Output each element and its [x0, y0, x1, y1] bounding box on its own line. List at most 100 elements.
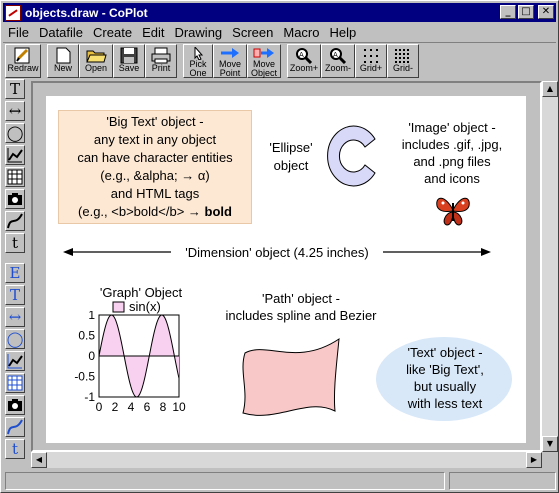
zoom-in-label: Zoom+: [289, 63, 319, 73]
x-tick-label: 4: [128, 400, 135, 414]
horizontal-scrollbar[interactable]: ◀ ▶: [31, 452, 542, 468]
redraw-icon: [12, 47, 34, 64]
y-tick-label: -1: [84, 390, 95, 404]
menu-screen[interactable]: Screen: [227, 25, 278, 40]
chart-tool-icon: [7, 169, 23, 185]
ellipse-label-line-2: object: [273, 158, 309, 173]
move-object-button[interactable]: Move Object: [247, 44, 281, 78]
create-chart-tool[interactable]: [5, 167, 25, 187]
move-object-icon: [253, 47, 275, 60]
maximize-button[interactable]: □: [518, 5, 534, 19]
redraw-button[interactable]: Redraw: [5, 44, 41, 78]
ellipse-object[interactable]: [323, 123, 383, 189]
edit-text-tool[interactable]: T: [5, 285, 25, 305]
save-button[interactable]: Save: [113, 44, 145, 78]
vertical-scrollbar[interactable]: ▲ ▼: [542, 81, 558, 452]
move-object-label-2: Object: [250, 68, 277, 78]
edit-path-tool-icon: [7, 419, 23, 435]
move-point-icon: [219, 47, 241, 60]
coplot-app-icon[interactable]: [5, 4, 21, 21]
image-label-line-3: and .png files: [413, 154, 491, 169]
small-text-tool-icon: t: [11, 234, 19, 252]
create-ellipse-tool[interactable]: ◯: [5, 123, 25, 143]
edit-graph-tool-icon: [7, 354, 23, 369]
create-image-tool[interactable]: [5, 189, 25, 209]
menu-help[interactable]: Help: [324, 25, 361, 40]
title-bar[interactable]: objects.draw - CoPlot _ □ ✕: [3, 3, 556, 22]
object-toolbox: T ↔ ◯ t E T ↔ ◯ t: [5, 79, 27, 459]
big-text-line-1: 'Big Text' object -: [106, 114, 204, 129]
menu-create[interactable]: Create: [88, 25, 137, 40]
menu-edit[interactable]: Edit: [137, 25, 169, 40]
minimize-button[interactable]: _: [500, 5, 516, 19]
menu-drawing[interactable]: Drawing: [169, 25, 227, 40]
create-dimension-tool[interactable]: ↔: [5, 101, 25, 121]
ellipse-label-line-1: 'Ellipse': [269, 140, 313, 155]
window-title: objects.draw - CoPlot: [25, 5, 148, 20]
pointer-arrow-icon: [187, 45, 209, 61]
big-text-line-6: (e.g., <b>bold</b> → bold: [58, 204, 252, 220]
path-label-line-1: 'Path' object -: [262, 291, 340, 306]
pick-one-button[interactable]: Pick One: [183, 44, 213, 78]
new-button[interactable]: New: [47, 44, 79, 78]
scroll-up-arrow[interactable]: ▲: [542, 81, 558, 97]
edit-text-tool-icon: E: [9, 264, 21, 282]
x-tick-label: 2: [112, 400, 119, 414]
edit-graph-tool[interactable]: [5, 351, 25, 371]
svg-text:A: A: [333, 51, 338, 59]
edit-dimension-tool[interactable]: ↔: [5, 307, 25, 327]
edit-chart-tool[interactable]: [5, 373, 25, 393]
status-cell-secondary: [449, 472, 556, 490]
butterfly-image[interactable]: [435, 194, 471, 228]
scroll-left-arrow[interactable]: ◀: [31, 452, 47, 468]
menu-datafile[interactable]: Datafile: [34, 25, 88, 40]
print-button[interactable]: Print: [145, 44, 177, 78]
create-small-text-tool[interactable]: t: [5, 233, 25, 253]
big-text-bold-word: bold: [204, 204, 232, 219]
menu-file[interactable]: File: [3, 25, 34, 40]
text-label-line-2: like 'Big Text',: [406, 362, 484, 377]
big-text-line-4: (e.g., &alpha; → α): [100, 168, 210, 183]
redraw-label: Redraw: [7, 63, 39, 73]
big-text-line-6-text: (e.g., <b>bold</b> →: [78, 204, 205, 219]
printer-icon: [150, 47, 172, 64]
grid-minus-button[interactable]: Grid-: [387, 44, 419, 78]
move-point-button[interactable]: Move Point: [213, 44, 247, 78]
status-bar: [5, 472, 556, 490]
text-tool-icon: T: [9, 80, 20, 98]
edit-small-text-tool-icon: t: [11, 440, 19, 458]
edit-small-text-tool[interactable]: t: [5, 439, 25, 459]
scroll-down-arrow[interactable]: ▼: [542, 436, 558, 452]
zoom-out-label: Zoom-: [324, 63, 351, 73]
edit-camera-icon: [8, 399, 22, 411]
create-path-tool[interactable]: [5, 211, 25, 231]
open-button[interactable]: Open: [79, 44, 113, 78]
zoom-out-icon: A: [327, 47, 349, 65]
edit-big-text-tool[interactable]: E: [5, 263, 25, 283]
create-graph-tool[interactable]: [5, 145, 25, 165]
path-label-line-2: includes spline and Bezier: [225, 308, 377, 323]
floppy-disk-icon: [118, 47, 140, 64]
text-label-line-4: with less text: [407, 396, 483, 411]
menu-macro[interactable]: Macro: [278, 25, 324, 40]
edit-path-tool[interactable]: [5, 417, 25, 437]
graph-object[interactable]: 10.50-0.5-10 2 4 6 8 10: [61, 311, 196, 416]
grid-plus-button[interactable]: Grid+: [355, 44, 387, 78]
scroll-right-arrow[interactable]: ▶: [526, 452, 542, 468]
graph-tool-icon: [7, 148, 23, 163]
edit-ellipse-tool-icon: ◯: [6, 330, 24, 348]
move-point-label-2: Point: [219, 68, 241, 78]
path-object[interactable]: [237, 331, 347, 421]
pick-label-2: One: [189, 68, 207, 78]
toolbar: Redraw New Open Save Print Pick One Move: [3, 42, 556, 78]
create-text-tool[interactable]: T: [5, 79, 25, 99]
edit-ellipse-tool[interactable]: ◯: [5, 329, 25, 349]
edit-image-tool[interactable]: [5, 395, 25, 415]
zoom-in-button[interactable]: A Zoom+: [287, 44, 321, 78]
grid-minus-icon: [392, 47, 414, 64]
close-button[interactable]: ✕: [538, 5, 554, 19]
zoom-out-button[interactable]: A Zoom-: [321, 44, 355, 78]
edit-t-tool-icon: T: [9, 286, 20, 304]
x-tick-label: 10: [172, 400, 186, 414]
big-text-line-2: any text in any object: [93, 132, 217, 147]
